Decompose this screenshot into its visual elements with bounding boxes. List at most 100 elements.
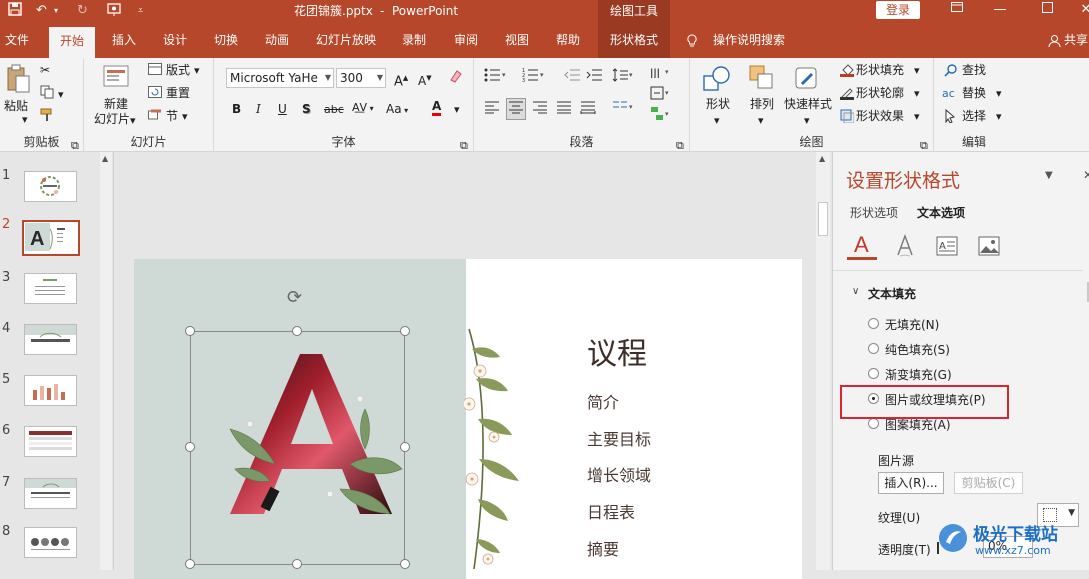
- shapes-dropdown-icon[interactable]: ▾: [714, 113, 720, 129]
- redo-icon[interactable]: ↻: [77, 2, 88, 20]
- insert-picture-button[interactable]: 插入(R)...: [878, 472, 944, 494]
- tell-me-search[interactable]: 操作说明搜索: [710, 22, 788, 58]
- new-slide-label-1[interactable]: 新建: [104, 96, 128, 112]
- agenda-item[interactable]: 增长领域: [587, 462, 651, 486]
- thumbnails-scroll-up-icon[interactable]: ▲: [102, 154, 108, 163]
- columns-icon[interactable]: ▾: [612, 100, 634, 118]
- texture-dropdown-icon[interactable]: ▼: [1068, 508, 1075, 518]
- font-color-icon[interactable]: A: [432, 99, 442, 116]
- line-spacing-icon[interactable]: ▾: [612, 68, 634, 86]
- close-icon[interactable]: ✕: [1071, 0, 1089, 22]
- slide-thumbnail-3[interactable]: [24, 273, 77, 304]
- agenda-item[interactable]: 主要目标: [587, 426, 651, 450]
- agenda-item[interactable]: 摘要: [587, 536, 619, 560]
- slide-thumbnail-2[interactable]: A: [22, 220, 80, 256]
- find-icon[interactable]: [944, 63, 958, 81]
- decrease-indent-icon[interactable]: [564, 68, 580, 86]
- font-name-combo[interactable]: Microsoft YaHe ▼: [226, 68, 334, 88]
- cut-icon[interactable]: ✂: [40, 62, 50, 78]
- layout-button[interactable]: 版式: [166, 62, 190, 78]
- present-icon[interactable]: [106, 2, 122, 24]
- font-name-dropdown-icon[interactable]: ▼: [325, 69, 331, 87]
- replace-button[interactable]: 替换: [962, 85, 986, 101]
- tab-text-options[interactable]: 文本选项: [917, 204, 965, 221]
- picture-icon[interactable]: [978, 236, 1000, 259]
- font-size-dropdown-icon[interactable]: ▼: [377, 69, 383, 87]
- tab-help[interactable]: 帮助: [550, 22, 586, 58]
- align-right-icon[interactable]: [532, 100, 548, 118]
- layout-dropdown-icon[interactable]: ▾: [194, 63, 200, 79]
- minimize-icon[interactable]: —: [985, 0, 1015, 22]
- slide-thumbnail-7[interactable]: [24, 478, 77, 509]
- reset-button[interactable]: 重置: [166, 85, 190, 101]
- section-collapse-icon[interactable]: ∨: [852, 286, 859, 297]
- arrange-button[interactable]: 排列: [750, 96, 774, 112]
- decrease-font-icon[interactable]: A▼: [418, 70, 432, 89]
- paste-icon[interactable]: [5, 64, 31, 98]
- copy-dropdown-icon[interactable]: ▾: [58, 87, 64, 103]
- bold-icon[interactable]: B: [232, 101, 241, 117]
- canvas-scroll-thumb[interactable]: [818, 202, 828, 236]
- copy-icon[interactable]: [40, 85, 54, 103]
- tab-insert[interactable]: 插入: [106, 22, 142, 58]
- reset-icon[interactable]: [148, 86, 162, 102]
- shapes-button[interactable]: 形状: [706, 96, 730, 112]
- resize-handle-e[interactable]: [400, 442, 410, 452]
- shadow-icon[interactable]: S: [302, 101, 311, 117]
- resize-handle-w[interactable]: [185, 442, 195, 452]
- strikethrough-icon[interactable]: abc: [324, 102, 344, 118]
- no-fill-radio[interactable]: [868, 318, 879, 329]
- convert-to-smartart-icon[interactable]: ▾: [650, 106, 672, 126]
- new-slide-dropdown-icon[interactable]: ▾: [130, 113, 136, 129]
- agenda-item[interactable]: 日程表: [587, 499, 635, 523]
- quick-styles-dropdown-icon[interactable]: ▾: [804, 113, 810, 129]
- underline-icon[interactable]: U: [278, 101, 287, 117]
- slide-title[interactable]: 议程: [587, 329, 647, 373]
- section-button[interactable]: 节: [166, 108, 178, 124]
- agenda-item[interactable]: 简介: [587, 389, 619, 413]
- gradient-fill-radio[interactable]: [868, 368, 879, 379]
- increase-indent-icon[interactable]: [586, 68, 602, 86]
- slide-thumbnail-4[interactable]: [24, 324, 77, 355]
- justify-icon[interactable]: [556, 100, 572, 118]
- canvas-scrollbar[interactable]: ▲: [816, 152, 830, 570]
- share-person-icon[interactable]: [1046, 22, 1062, 58]
- tab-animations[interactable]: 动画: [259, 22, 295, 58]
- text-fill-section[interactable]: 文本填充: [868, 285, 916, 302]
- align-text-icon[interactable]: ▾: [650, 86, 672, 104]
- section-icon[interactable]: [148, 109, 162, 125]
- resize-handle-sw[interactable]: [185, 559, 195, 569]
- clear-formatting-icon[interactable]: [448, 68, 464, 88]
- login-button[interactable]: 登录: [876, 1, 920, 19]
- thumbnails-scrollbar[interactable]: ▲: [100, 152, 112, 570]
- resize-handle-s[interactable]: [292, 559, 302, 569]
- align-left-icon[interactable]: [484, 100, 500, 118]
- tab-file[interactable]: 文件: [0, 22, 34, 58]
- select-button[interactable]: 选择: [962, 108, 986, 124]
- shape-outline-dropdown-icon[interactable]: ▾: [914, 86, 920, 102]
- select-dropdown-icon[interactable]: ▾: [996, 109, 1002, 125]
- text-fill-outline-icon[interactable]: A: [847, 232, 877, 260]
- tab-home[interactable]: 开始: [49, 27, 95, 58]
- maximize-icon[interactable]: [1032, 0, 1062, 22]
- clipboard-button[interactable]: 剪贴板(C): [954, 472, 1023, 494]
- bullets-icon[interactable]: ▾: [484, 68, 506, 86]
- canvas-scroll-up-icon[interactable]: ▲: [819, 154, 825, 163]
- tab-shape-options[interactable]: 形状选项: [850, 204, 898, 221]
- solid-fill-radio[interactable]: [868, 343, 879, 354]
- pane-close-icon[interactable]: ✕: [1083, 168, 1089, 182]
- arrange-dropdown-icon[interactable]: ▾: [758, 113, 764, 129]
- section-dropdown-icon[interactable]: ▾: [182, 109, 188, 125]
- find-button[interactable]: 查找: [962, 62, 986, 78]
- shape-effects-dropdown-icon[interactable]: ▾: [914, 109, 920, 125]
- shape-fill-button[interactable]: 形状填充: [856, 62, 904, 78]
- pane-options-dropdown-icon[interactable]: ▼: [1045, 170, 1053, 181]
- paste-dropdown-icon[interactable]: ▾: [22, 112, 28, 128]
- tab-slideshow[interactable]: 幻灯片放映: [313, 22, 379, 58]
- layout-icon[interactable]: [148, 63, 162, 79]
- font-size-combo[interactable]: 300 ▼: [336, 68, 386, 88]
- share-button[interactable]: 共享: [1064, 22, 1089, 58]
- new-slide-icon[interactable]: [102, 64, 132, 96]
- character-spacing-icon[interactable]: A͟V ▾: [352, 100, 374, 117]
- change-case-icon[interactable]: Aa ▾: [386, 101, 408, 119]
